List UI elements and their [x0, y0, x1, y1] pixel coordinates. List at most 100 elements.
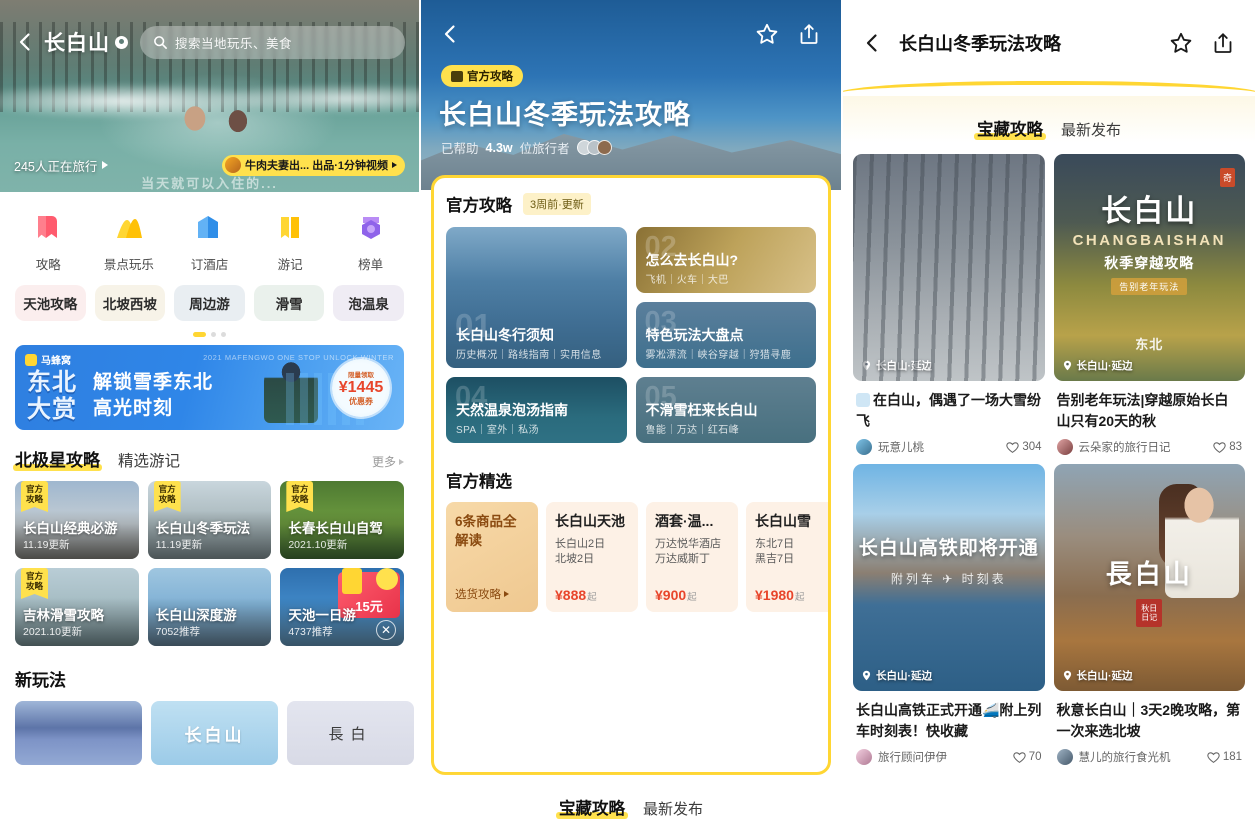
feed-card-image[interactable]: 長白山 秋日日记 长白山·延边 — [1053, 464, 1245, 691]
close-icon[interactable]: ✕ — [375, 620, 396, 640]
travelnote-icon — [271, 208, 309, 246]
official-guide-heading: 官方攻略 — [446, 197, 512, 215]
chip-tianchi[interactable]: 天池攻略 — [15, 285, 86, 321]
official-guide-card[interactable]: 04 天然温泉泡汤指南 SPA｜室外｜私汤 — [446, 377, 627, 443]
feed-card-image[interactable]: 长白山 CHANGBAISHAN 秋季穿越攻略 告别老年玩法 东北 奇 长白山·… — [1053, 154, 1245, 381]
share-icon[interactable] — [1209, 29, 1237, 57]
banner-coupon-badge[interactable]: 限量领取 ¥1445 优惠券 — [332, 359, 390, 417]
back-icon[interactable] — [861, 32, 883, 54]
like-counter[interactable]: 70 — [1012, 751, 1042, 764]
back-icon[interactable] — [14, 31, 36, 53]
tab-treasure-guides[interactable]: 宝藏攻略 — [973, 116, 1046, 140]
feed-card[interactable]: 长白山 CHANGBAISHAN 秋季穿越攻略 告别老年玩法 东北 奇 长白山·… — [1053, 154, 1245, 455]
feed-card-author[interactable]: 云朵家的旅行日记 — [1079, 439, 1171, 455]
nav-item-travelnote[interactable]: 游记 — [250, 208, 331, 273]
search-input[interactable]: 搜索当地玩乐、美食 — [140, 25, 405, 59]
newplay-section-title: 新玩法 — [15, 671, 66, 690]
promo-banner[interactable]: 马蜂窝 2021 MAFENGWO ONE STOP UNLOCK WINTER… — [15, 345, 404, 430]
favorite-star-icon[interactable] — [753, 20, 781, 48]
nav-item-ranking[interactable]: 榜单 — [330, 208, 411, 273]
more-label: 更多 — [371, 455, 396, 469]
feed-card-location: 长白山·延边 — [1062, 668, 1133, 683]
hero-video-banner[interactable]: 长白山 搜索当地玩乐、美食 当天就可以入住的... 245人正在旅行 牛肉夫妻出… — [0, 0, 419, 192]
guide-card[interactable]: 官方 攻略 长春长白山自驾 2021.10更新 — [280, 481, 404, 559]
newplay-card[interactable]: 長白 — [287, 701, 414, 765]
play-triangle-icon — [392, 162, 397, 168]
feed-card-author[interactable]: 慧儿的旅行食光机 — [1079, 749, 1171, 765]
page-title: 长白山冬季玩法攻略 — [899, 34, 1061, 54]
feed-grid: 长白山·延边 在白山，偶遇了一场大雪纷飞 玩意儿桃 304 长白山 CHANGB… — [843, 154, 1255, 765]
avatar[interactable] — [1056, 749, 1073, 765]
feed-card[interactable]: 长白山高铁即将开通 附列车 ✈ 时刻表 长白山·延边 长白山高铁正式开通🚄附上列… — [853, 464, 1045, 765]
video-author-chip[interactable]: 牛肉夫妻出... 出品·1分钟视频 — [221, 154, 405, 176]
nav-item-guide[interactable]: 攻略 — [8, 208, 89, 273]
tab-polaris-guides[interactable]: 北极星攻略 — [13, 446, 102, 471]
product-card[interactable]: 酒套·温... 万达悦华酒店 万达威斯丁 ¥900起 — [646, 502, 738, 612]
guide-card[interactable]: 官方 攻略 长白山冬季玩法 11.19更新 — [147, 481, 272, 559]
feed-card-image[interactable]: 长白山高铁即将开通 附列车 ✈ 时刻表 长白山·延边 — [853, 464, 1045, 691]
helped-suffix: 位旅行者 — [519, 142, 570, 156]
feed-card-image[interactable]: 长白山·延边 — [853, 154, 1045, 381]
guide-card-sub: 7052推荐 — [155, 626, 201, 638]
like-counter[interactable]: 181 — [1207, 751, 1242, 764]
tab-treasure-guides[interactable]: 宝藏攻略 — [555, 795, 628, 819]
tab-latest[interactable]: 最新发布 — [1061, 119, 1121, 140]
feed-card-author[interactable]: 玩意儿桃 — [878, 439, 924, 455]
avatar[interactable] — [1056, 439, 1073, 455]
chip-hotspring[interactable]: 泡温泉 — [333, 285, 404, 321]
product-card[interactable]: 长白山天池 长白山2日 北坡2日 ¥888起 — [546, 502, 638, 612]
avatar[interactable] — [856, 439, 872, 455]
carousel-dot[interactable] — [221, 332, 226, 337]
guide-title: 长白山冬季玩法攻略 — [439, 100, 691, 130]
chip-ski[interactable]: 滑雪 — [253, 285, 325, 321]
feed-card-title-label: 秋意长白山｜3天2晚攻略，第一次来选北坡 — [1056, 702, 1241, 739]
official-guide-card[interactable]: 05 不滑雪枉来长白山 鲁能｜万达｜红石峰 — [635, 377, 816, 443]
guide-card[interactable]: 官方 攻略 长白山经典必游 11.19更新 — [15, 481, 139, 559]
tab-latest[interactable]: 最新发布 — [643, 798, 703, 819]
feed-card-author[interactable]: 旅行顾问伊伊 — [878, 749, 947, 765]
tab-featured-notes[interactable]: 精选游记 — [118, 449, 180, 471]
helped-count: 4.3w — [485, 140, 513, 155]
avatar[interactable] — [856, 749, 872, 765]
guide-card[interactable]: 官方 攻略 吉林滑雪攻略 2021.10更新 — [15, 568, 139, 646]
official-guide-card[interactable]: 03 特色玩法大盘点 雾凇漂流｜峡谷穿越｜狩猎寻鹿 — [635, 302, 816, 368]
feed-card-title-label: 长白山高铁正式开通🚄附上列车时刻表！快收藏 — [856, 702, 1042, 739]
product-price: ¥888起 — [555, 587, 597, 603]
newplay-card-row: 长白山 長白 — [0, 701, 419, 765]
nav-item-attractions[interactable]: 景点玩乐 — [89, 208, 170, 273]
destination-name[interactable]: 长白山 — [44, 27, 128, 57]
guide-card[interactable]: 15元 天池一日游 4737推荐 ✕ — [280, 568, 404, 646]
product-detail-line2: 北坡2日 — [555, 553, 595, 565]
overlay-subtitle: 附列车 ✈ 时刻表 — [890, 571, 1007, 586]
guide-card[interactable]: 长白山深度游 7052推荐 — [147, 568, 272, 646]
chip-nearby[interactable]: 周边游 — [174, 285, 245, 321]
card-title: 长白山冬行须知 — [456, 327, 554, 343]
picks-lead-link[interactable]: 选货攻略 — [455, 586, 509, 602]
like-counter[interactable]: 83 — [1213, 441, 1242, 454]
picks-lead-card[interactable]: 6条商品全 解读 选货攻略 — [446, 502, 538, 612]
official-guide-card[interactable]: 02 怎么去长白山? 飞机｜火车｜大巴 — [635, 227, 816, 293]
more-link[interactable]: 更多 — [372, 453, 404, 470]
share-icon[interactable] — [795, 20, 823, 48]
chip-slopes[interactable]: 北坡西坡 — [94, 285, 166, 321]
travelers-now[interactable]: 245人正在旅行 — [14, 156, 109, 175]
picks-lead-line1: 6条商品全 — [455, 514, 517, 529]
official-guide-card[interactable]: 01 长白山冬行须知 历史概况｜路线指南｜实用信息 — [446, 227, 627, 368]
back-icon[interactable] — [439, 23, 461, 45]
newplay-card[interactable] — [15, 701, 142, 765]
newplay-card[interactable]: 长白山 — [151, 701, 278, 765]
carousel-dot[interactable] — [211, 332, 216, 337]
carousel-dot-active[interactable] — [193, 332, 206, 337]
snowflake-emoji-icon — [856, 393, 870, 407]
feed-card[interactable]: 長白山 秋日日记 长白山·延边 秋意长白山｜3天2晚攻略，第一次来选北坡 慧儿的… — [1053, 464, 1245, 765]
feed-card-location: 长白山·延边 — [861, 358, 932, 373]
banner-subheadline: 解锁雪季东北 高光时刻 — [93, 370, 213, 422]
product-card[interactable]: 长白山雪 东北7日 黑吉7日 ¥1980起 — [746, 502, 828, 612]
like-count: 304 — [1022, 441, 1042, 453]
feed-card-title-label: 告别老年玩法|穿越原始长白山只有20天的秋 — [1056, 392, 1229, 429]
feed-card[interactable]: 长白山·延边 在白山，偶遇了一场大雪纷飞 玩意儿桃 304 — [853, 154, 1045, 455]
like-counter[interactable]: 304 — [1006, 441, 1042, 454]
favorite-star-icon[interactable] — [1167, 29, 1195, 57]
nav-item-hotel[interactable]: 订酒店 — [169, 208, 250, 273]
card-title: 怎么去长白山? — [645, 252, 739, 268]
